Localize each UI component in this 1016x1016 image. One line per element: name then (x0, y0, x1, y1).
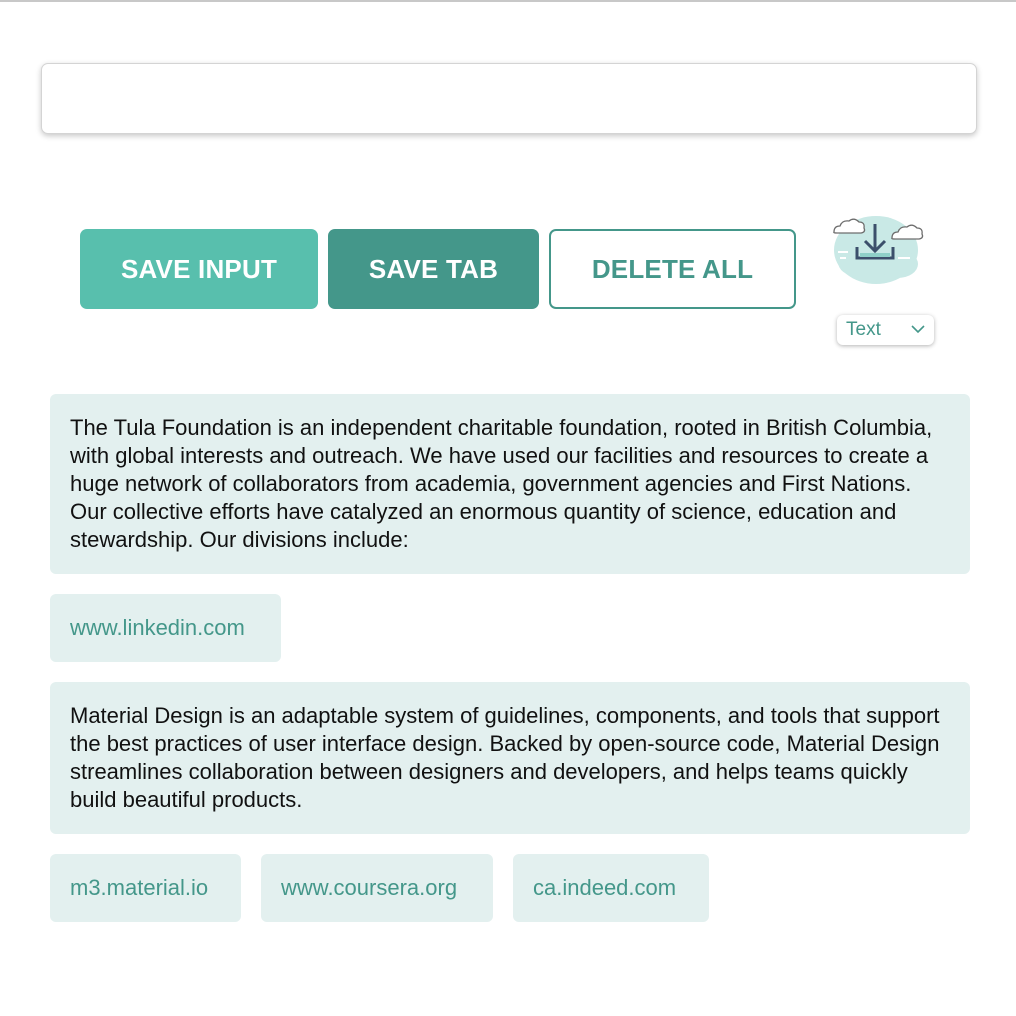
export-format-value: Text (846, 319, 881, 340)
saved-text-entry[interactable]: The Tula Foundation is an independent ch… (50, 394, 970, 574)
export-format-select[interactable]: Text (837, 315, 934, 345)
saved-link-entry[interactable]: www.linkedin.com (50, 594, 281, 662)
saved-link-entry[interactable]: www.coursera.org (261, 854, 493, 922)
cloud-download-icon[interactable] (826, 206, 926, 290)
saved-link-entry[interactable]: m3.material.io (50, 854, 241, 922)
saved-text-entry[interactable]: Material Design is an adaptable system o… (50, 682, 970, 834)
delete-all-button[interactable]: DELETE ALL (549, 229, 796, 309)
save-input-button[interactable]: SAVE INPUT (80, 229, 318, 309)
saved-link-entry[interactable]: ca.indeed.com (513, 854, 709, 922)
note-input[interactable] (41, 63, 977, 134)
chevron-down-icon (911, 325, 925, 334)
save-tab-button[interactable]: SAVE TAB (328, 229, 539, 309)
window-top-border (0, 0, 1016, 2)
